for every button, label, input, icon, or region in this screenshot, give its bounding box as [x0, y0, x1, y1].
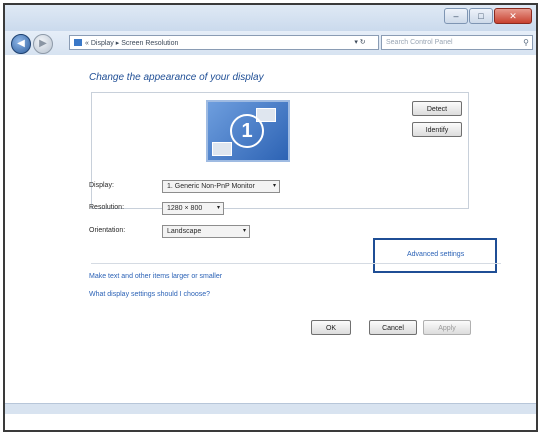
- status-bar: [5, 403, 536, 414]
- search-icon[interactable]: ⚲: [523, 36, 529, 49]
- refresh-button[interactable]: ▾ ↻: [345, 36, 375, 49]
- orientation-label: Orientation:: [89, 227, 126, 234]
- maximize-button[interactable]: □: [469, 8, 493, 24]
- page-title: Change the appearance of your display: [89, 72, 264, 83]
- breadcrumb: « Display ▸ Screen Resolution: [85, 40, 179, 47]
- search-placeholder: Search Control Panel: [386, 39, 453, 46]
- identify-button[interactable]: Identify: [412, 122, 462, 137]
- orientation-select[interactable]: Landscape ▾: [162, 225, 250, 238]
- display-label: Display:: [89, 182, 114, 189]
- chevron-down-icon: ▾: [272, 183, 276, 189]
- text-size-link[interactable]: Make text and other items larger or smal…: [89, 273, 222, 280]
- chevron-down-icon: ▾: [242, 228, 246, 234]
- resolution-value: 1280 × 800: [167, 205, 203, 212]
- display-value: 1. Generic Non-PnP Monitor: [167, 183, 255, 190]
- address-bar[interactable]: « Display ▸ Screen Resolution: [69, 35, 379, 50]
- search-input[interactable]: Search Control Panel ⚲: [381, 35, 533, 50]
- close-button[interactable]: ✕: [494, 8, 532, 24]
- display-select[interactable]: 1. Generic Non-PnP Monitor ▾: [162, 180, 280, 193]
- divider: [91, 263, 501, 264]
- ok-button[interactable]: OK: [311, 320, 351, 335]
- detect-button[interactable]: Detect: [412, 101, 462, 116]
- advanced-settings-link[interactable]: Advanced settings: [407, 251, 464, 258]
- monitor-number: 1: [230, 114, 264, 148]
- window-frame: – □ ✕ ◀ ▶ « Display ▸ Screen Resolution …: [3, 3, 538, 432]
- content-pane: Change the appearance of your display 1 …: [5, 55, 536, 430]
- window-controls: – □ ✕: [444, 8, 532, 24]
- display-settings-help-link[interactable]: What display settings should I choose?: [89, 291, 210, 298]
- advanced-settings-highlight: Advanced settings: [373, 238, 497, 273]
- orientation-value: Landscape: [167, 228, 202, 235]
- display-preview: 1 Detect Identify: [91, 92, 469, 209]
- monitor-icon[interactable]: 1: [206, 100, 290, 162]
- resolution-label: Resolution:: [89, 204, 125, 211]
- minimize-button[interactable]: –: [444, 8, 468, 24]
- chevron-down-icon: ▾: [216, 205, 220, 211]
- navigation-bar: ◀ ▶ « Display ▸ Screen Resolution ▾ ↻ Se…: [5, 31, 536, 56]
- control-panel-folder-icon: [74, 39, 82, 46]
- cancel-button[interactable]: Cancel: [369, 320, 417, 335]
- resolution-select[interactable]: 1280 × 800 ▾: [162, 202, 224, 215]
- apply-button[interactable]: Apply: [423, 320, 471, 335]
- forward-button[interactable]: ▶: [33, 34, 53, 54]
- title-bar: – □ ✕: [5, 5, 536, 33]
- window-thumbnail-icon: [212, 142, 232, 156]
- back-button[interactable]: ◀: [11, 34, 31, 54]
